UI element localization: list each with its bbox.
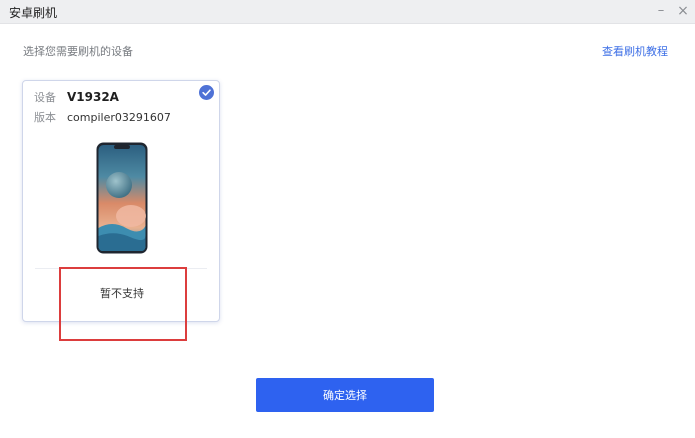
version-row: 版本 compiler03291607 bbox=[34, 109, 171, 125]
close-icon[interactable]: × bbox=[675, 2, 691, 20]
device-label: 设备 bbox=[34, 91, 56, 104]
version-value: compiler03291607 bbox=[67, 111, 171, 124]
highlight-annotation bbox=[59, 267, 187, 341]
phone-image bbox=[96, 142, 148, 254]
confirm-selection-button[interactable]: 确定选择 bbox=[256, 378, 434, 412]
title-bar: 安卓刷机 – × bbox=[0, 0, 695, 24]
device-row: 设备 V1932A bbox=[34, 89, 119, 105]
check-circle-icon bbox=[199, 85, 214, 100]
minimize-icon[interactable]: – bbox=[653, 2, 669, 20]
window-title: 安卓刷机 bbox=[9, 6, 58, 20]
version-label: 版本 bbox=[34, 111, 56, 124]
device-model: V1932A bbox=[67, 90, 119, 104]
select-device-prompt: 选择您需要刷机的设备 bbox=[23, 45, 133, 58]
view-tutorial-link[interactable]: 查看刷机教程 bbox=[602, 43, 668, 59]
